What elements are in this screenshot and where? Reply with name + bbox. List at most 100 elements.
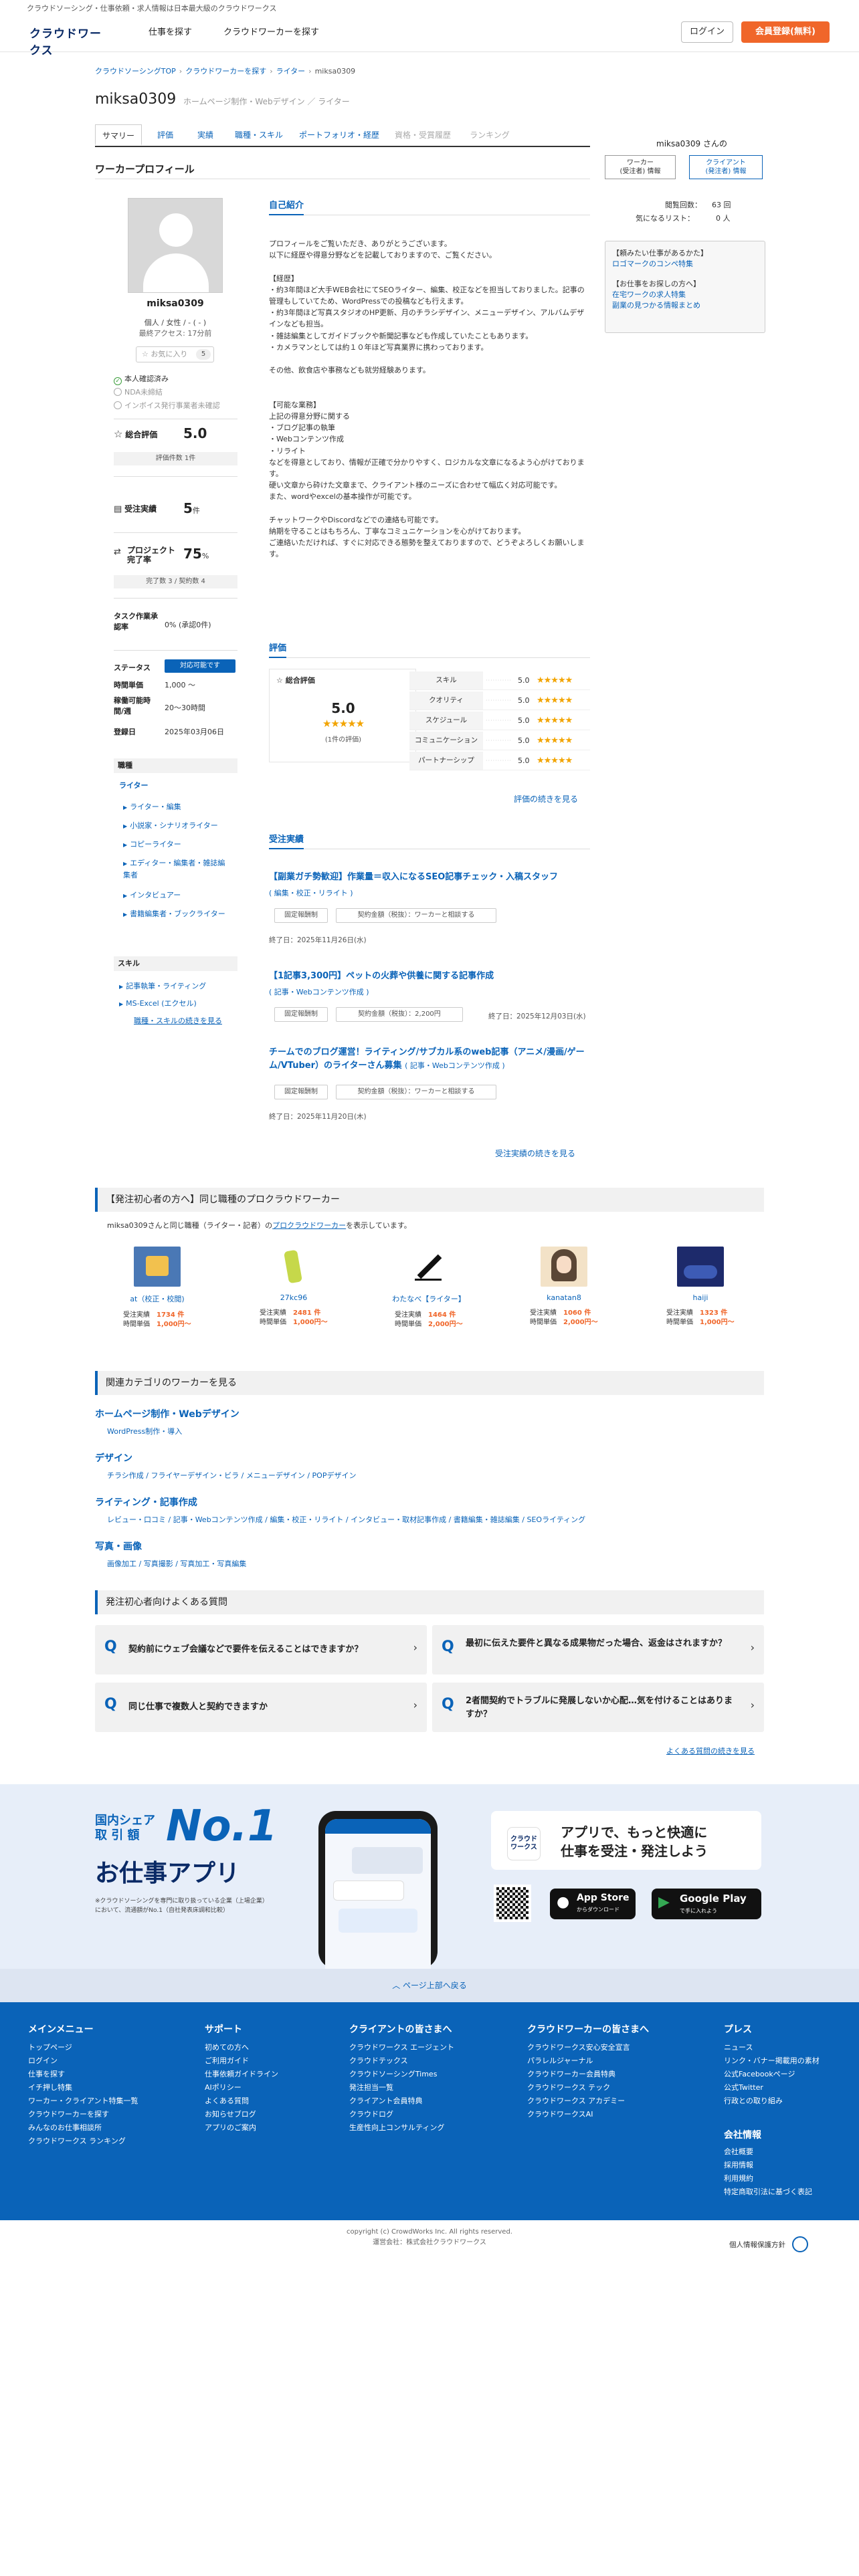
related-group-heading[interactable]: デザイン: [95, 1451, 132, 1465]
tab-results[interactable]: 実績: [189, 124, 222, 146]
contract-type-chip: 固定報酬制: [274, 1007, 328, 1022]
footer-link[interactable]: クラウドワーカーを探す: [28, 2108, 138, 2121]
footer-link[interactable]: 採用情報: [724, 2159, 812, 2172]
footer-link[interactable]: AIポリシー: [205, 2081, 278, 2095]
footer-link[interactable]: クラウドソーシングTimes: [349, 2068, 454, 2081]
tab-worker-info[interactable]: ワーカー (受注者) 情報: [605, 155, 676, 179]
job-item[interactable]: ▶ 書籍編集者・ブックライター: [123, 908, 230, 920]
pro-worker-link[interactable]: プロクラウドワーカー: [272, 1221, 346, 1230]
worker-card[interactable]: at（校正・校閲) 受注実績 1734 件時間単価 1,000円〜: [100, 1247, 214, 1329]
footer-link[interactable]: 利用規約: [724, 2172, 812, 2185]
related-links[interactable]: 画像加工 / 写真撮影 / 写真加工・写真編集: [107, 1558, 246, 1569]
breadcrumb-link[interactable]: ライター: [276, 67, 306, 76]
skills-more-link[interactable]: 職種・スキルの続きを見る: [134, 1015, 222, 1026]
favorite-button[interactable]: ☆ お気に入り 5: [136, 346, 214, 362]
tab-skills[interactable]: 職種・スキル: [229, 124, 289, 146]
tab-evaluation[interactable]: 評価: [149, 124, 182, 146]
footer-link[interactable]: 公式Facebookページ: [724, 2068, 820, 2081]
nav-find-jobs[interactable]: 仕事を探す: [149, 25, 192, 37]
worker-card[interactable]: kanatan8 受注実績 1060 件時間単価 2,000円〜: [507, 1247, 621, 1327]
job-item[interactable]: ▶ コピーライター: [123, 839, 181, 849]
footer-link[interactable]: クラウドワークス アカデミー: [527, 2095, 630, 2108]
tab-client-info[interactable]: クライアント (発注者) 情報: [689, 155, 763, 179]
footer-link[interactable]: クラウドワークス ランキング: [28, 2135, 138, 2148]
faq-item[interactable]: Q 契約前にウェブ会議などで要件を伝えることはできますか？ ›: [95, 1625, 427, 1675]
footer-link[interactable]: 発注担当一覧: [349, 2081, 454, 2095]
footer-link[interactable]: ニュース: [724, 2041, 820, 2054]
footer-link[interactable]: 生産性向上コンサルティング: [349, 2121, 454, 2135]
nav-find-workers[interactable]: クラウドワーカーを探す: [223, 25, 319, 37]
signup-button[interactable]: 会員登録(無料): [741, 21, 830, 43]
job-item[interactable]: ▶ 小説家・シナリオライター: [123, 820, 218, 831]
footer-link[interactable]: ご利用ガイド: [205, 2054, 278, 2068]
footer-link[interactable]: 仕事を探す: [28, 2068, 138, 2081]
breadcrumb: クラウドソーシングTOP › クラウドワーカーを探す › ライター › miksa0309: [95, 67, 356, 76]
footer-link[interactable]: ログイン: [28, 2054, 138, 2068]
footer-link[interactable]: お知らせブログ: [205, 2108, 278, 2121]
status-label: ステータス: [114, 663, 151, 672]
privacy-link[interactable]: 個人情報保護方針: [729, 2236, 808, 2252]
orders-more-link[interactable]: 受注実績の続きを見る: [495, 1148, 575, 1159]
footer-link[interactable]: トップページ: [28, 2041, 138, 2054]
footer-link[interactable]: 特定商取引法に基づく表記: [724, 2185, 812, 2199]
footer-link[interactable]: クラウドワークス エージェント: [349, 2041, 454, 2054]
orders-value: 5: [183, 500, 193, 516]
footer-link[interactable]: クラウドワークスAI: [527, 2108, 630, 2121]
faq-more-link[interactable]: よくある質問の続きを見る: [666, 1745, 755, 1756]
faq-item[interactable]: Q 2者間契約でトラブルに発展しないか心配…気を付けることはありますか？ ›: [432, 1683, 764, 1732]
worker-card[interactable]: 27kc96 受注実績 2481 件時間単価 1,000円〜: [237, 1247, 351, 1327]
appstore-button[interactable]: ● App Store からダウンロード: [550, 1889, 636, 1919]
evaluation-row: スキル ··········· 5.0 ★★★★★: [409, 671, 590, 690]
footer-link[interactable]: 会社概要: [724, 2145, 812, 2159]
footer-link[interactable]: ワーカー・クライアント特集一覧: [28, 2095, 138, 2108]
related-links[interactable]: レビュー・口コミ / 記事・Webコンテンツ作成 / 編集・校正・リライト / …: [107, 1514, 585, 1525]
footer-link[interactable]: よくある質問: [205, 2095, 278, 2108]
related-links[interactable]: WordPress制作・導入: [107, 1426, 182, 1436]
login-button[interactable]: ログイン: [681, 21, 733, 43]
skill-item[interactable]: ▶ MS-Excel (エクセル): [119, 998, 197, 1008]
worker-card[interactable]: わたなべ【ライター】 受注実績 1464 件時間単価 2,000円〜: [372, 1247, 486, 1329]
footer-link[interactable]: クラウドワーカー会員特典: [527, 2068, 630, 2081]
tab-summary[interactable]: サマリー: [95, 124, 142, 146]
logo[interactable]: クラウドワークス: [29, 24, 104, 58]
order-item-title[interactable]: 【1記事3,300円】ペットの火葬や供養に関する記事作成: [269, 970, 590, 983]
footer-link[interactable]: パラレルジャーナル: [527, 2054, 630, 2068]
related-group-heading[interactable]: 写真・画像: [95, 1539, 142, 1553]
related-links[interactable]: チラシ作成 / フライヤーデザイン・ビラ / メニューデザイン / POPデザイ…: [107, 1470, 356, 1481]
footer-link[interactable]: 初めての方へ: [205, 2041, 278, 2054]
breadcrumb-link[interactable]: クラウドワーカーを探す: [185, 67, 266, 76]
footer-link[interactable]: クラウドテックス: [349, 2054, 454, 2068]
footer-link[interactable]: クライアント会員特典: [349, 2095, 454, 2108]
footer-link[interactable]: みんなのお仕事相談所: [28, 2121, 138, 2135]
promo-link[interactable]: 副業の見つかる情報まとめ: [612, 300, 758, 311]
worker-card[interactable]: haiji 受注実績 1323 件時間単価 1,000円〜: [644, 1247, 757, 1327]
jobs-group[interactable]: ライター: [119, 780, 149, 790]
footer-link[interactable]: 行政との取り組み: [724, 2095, 820, 2108]
footer-link[interactable]: 公式Twitter: [724, 2081, 820, 2095]
related-group-heading[interactable]: ライティング・記事作成: [95, 1495, 197, 1509]
footer-link[interactable]: 仕事依頼ガイドライン: [205, 2068, 278, 2081]
order-item-title[interactable]: チームでのブログ運営！ライティング/サブカル系のweb記事（アニメ/漫画/ゲーム…: [269, 1046, 589, 1073]
skill-item[interactable]: ▶ 記事執筆・ライティング: [119, 980, 206, 991]
footer-link[interactable]: リンク・バナー掲載用の素材: [724, 2054, 820, 2068]
footer-link[interactable]: アプリのご案内: [205, 2121, 278, 2135]
promo-link[interactable]: 在宅ワークの求人特集: [612, 290, 758, 300]
job-item[interactable]: ▶ インタビュアー: [123, 889, 181, 900]
order-item-title[interactable]: 【副業ガチ勢歓迎】作業量＝収入になるSEO記事チェック・入稿スタッフ: [269, 871, 590, 884]
footer-link[interactable]: クラウドワークス安心安全宣言: [527, 2041, 630, 2054]
job-item[interactable]: ▶ エディター・編集者・雑誌編集者: [123, 857, 230, 881]
back-to-top[interactable]: ︿ ページ上部へ戻る: [0, 1969, 859, 2002]
job-item[interactable]: ▶ ライター・編集: [123, 801, 181, 812]
faq-item[interactable]: Q 最初に伝えた要件と異なる成果物だった場合、返金はされますか？ ›: [432, 1625, 764, 1675]
footer-link[interactable]: イチ押し特集: [28, 2081, 138, 2095]
promo-link[interactable]: ロゴマークのコンペ特集: [612, 259, 758, 270]
faq-item[interactable]: Q 同じ仕事で複数人と契約できますか ›: [95, 1683, 427, 1732]
evaluation-more-link[interactable]: 評価の続きを見る: [514, 793, 578, 804]
footer-link[interactable]: クラウドログ: [349, 2108, 454, 2121]
completion-unit: %: [201, 552, 209, 560]
footer-link[interactable]: クラウドワークス テック: [527, 2081, 630, 2095]
breadcrumb-link[interactable]: クラウドソーシングTOP: [95, 67, 176, 76]
google-play-button[interactable]: ▶ Google Play で手に入れよう: [652, 1889, 761, 1919]
tab-portfolio[interactable]: ポートフォリオ・経歴: [296, 124, 383, 146]
related-group-heading[interactable]: ホームページ制作・Webデザイン: [95, 1407, 240, 1420]
